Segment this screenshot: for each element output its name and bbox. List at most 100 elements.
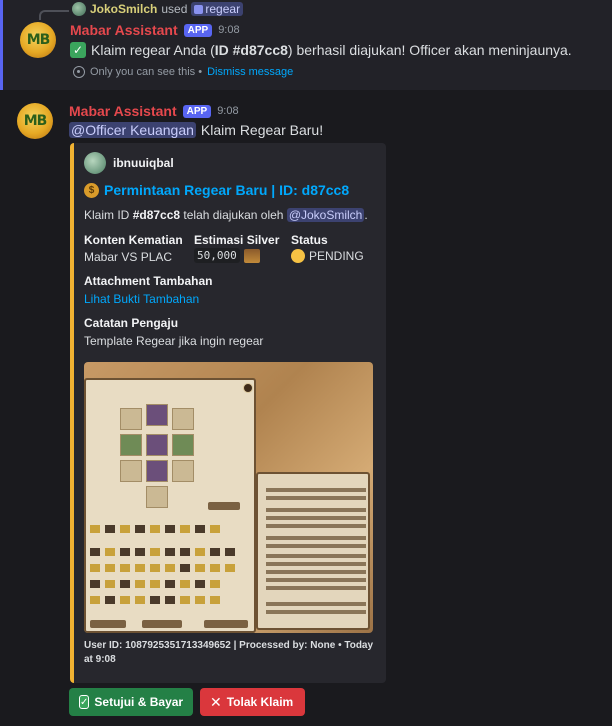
app-badge: APP <box>183 23 213 37</box>
equip-slot <box>120 460 142 482</box>
stat-line <box>266 496 366 500</box>
field-silver-value: 50,000 <box>194 248 260 263</box>
status-text: PENDING <box>309 249 364 263</box>
yellow-circle-icon <box>291 249 305 263</box>
message-content: ✓ Klaim regear Anda (ID #d87cc8) berhasi… <box>70 42 572 58</box>
reject-claim-button[interactable]: ✕ Tolak Klaim <box>200 688 305 716</box>
text-after: ) berhasil diajukan! Officer akan meninj… <box>287 42 572 58</box>
stat-line <box>266 570 366 574</box>
message-text: Klaim Regear Baru! <box>200 122 324 138</box>
reply-connector <box>39 10 69 20</box>
bot-name[interactable]: Mabar Assistant <box>70 22 178 38</box>
command-name: regear <box>205 2 241 16</box>
stat-line <box>266 516 366 520</box>
ephemeral-note-text: Only you can see this • <box>90 66 203 78</box>
eye-icon <box>73 66 85 78</box>
ephemeral-note: Only you can see this • Dismiss message <box>73 66 293 78</box>
stat-line <box>266 536 366 540</box>
embed-title-text[interactable]: Permintaan Regear Baru | ID: d87cc8 <box>104 182 349 198</box>
text-id: ID #d87cc8 <box>214 42 288 58</box>
silver-amount: 50,000 <box>194 248 240 263</box>
desc-prefix: Klaim ID <box>84 208 133 222</box>
check-mark-icon: ✓ <box>70 42 86 58</box>
embed-image[interactable] <box>84 362 373 633</box>
field-catatan-name: Catatan Pengaju <box>84 316 179 330</box>
command-chip[interactable]: regear <box>191 2 244 16</box>
field-catatan-value: Template Regear jika ingin regear <box>84 334 263 348</box>
field-konten-value: Mabar VS PLAC <box>84 250 172 264</box>
reply-user-avatar[interactable] <box>72 2 86 16</box>
stat-line <box>266 602 366 606</box>
stat-line <box>266 524 366 528</box>
field-silver-name: Estimasi Silver <box>194 233 280 247</box>
text-before: Klaim regear Anda ( <box>91 42 215 58</box>
loadout-row <box>90 564 250 572</box>
message-header-2: Mabar Assistant APP 9:08 <box>69 103 239 119</box>
stat-line <box>266 586 366 590</box>
equip-slot <box>120 434 142 456</box>
cross-mark-icon: ✕ <box>210 693 222 710</box>
loadout-row <box>90 596 250 604</box>
desc-mid: telah diajukan oleh <box>180 208 287 222</box>
check-mark-icon: ✓ <box>79 695 90 709</box>
app-badge-2: APP <box>182 104 212 118</box>
message-time: 9:08 <box>218 24 240 36</box>
author-name: ibnuuiqbal <box>113 156 174 170</box>
embed-title: $ Permintaan Regear Baru | ID: d87cc8 <box>84 182 349 198</box>
stat-line <box>266 508 366 512</box>
message-time-2: 9:08 <box>217 105 239 117</box>
loadout-row <box>90 580 250 588</box>
user-mention[interactable]: @JokoSmilch <box>286 208 365 222</box>
equip-slot <box>146 460 168 482</box>
slash-command-icon <box>194 4 204 14</box>
stat-line <box>266 562 366 566</box>
equip-slot <box>146 404 168 426</box>
stat-line <box>266 578 366 582</box>
reply-used-label: used <box>161 2 188 16</box>
field-attachment-value: Lihat Bukti Tambahan <box>84 292 199 306</box>
field-konten-name: Konten Kematian <box>84 233 183 247</box>
equipment-panel <box>84 378 256 633</box>
field-status-value: PENDING <box>291 249 364 263</box>
stat-line <box>266 554 366 558</box>
stat-line <box>266 610 366 614</box>
author-avatar <box>84 152 106 174</box>
field-status-name: Status <box>291 233 328 247</box>
save-new-button <box>142 620 182 628</box>
reply-username[interactable]: JokoSmilch <box>90 2 157 16</box>
field-attachment-name: Attachment Tambahan <box>84 274 213 288</box>
avatar-text-2: MB <box>23 113 48 129</box>
field-konten-text: Mabar VS PLAC <box>84 250 173 264</box>
equip-slot <box>172 434 194 456</box>
equip-slot <box>172 460 194 482</box>
embed-footer: User ID: 1087925351713349652 | Processed… <box>84 640 374 665</box>
approve-pay-button[interactable]: ✓ Setujui & Bayar <box>69 688 193 716</box>
bot-avatar[interactable]: MB <box>20 22 56 58</box>
bot-avatar-2[interactable]: MB <box>17 103 53 139</box>
desc-id: #d87cc8 <box>132 208 181 222</box>
reject-label: Tolak Klaim <box>226 695 294 709</box>
close-icon <box>243 383 253 393</box>
stat-line <box>266 488 366 492</box>
details-panel <box>256 472 370 630</box>
embed-description: Klaim ID #d87cc8 telah diajukan oleh @Jo… <box>84 208 368 222</box>
approve-label: Setujui & Bayar <box>94 695 184 709</box>
embed-author: ibnuuiqbal <box>84 152 174 174</box>
loadout-row <box>90 525 250 533</box>
regear-embed: ibnuuiqbal $ Permintaan Regear Baru | ID… <box>70 143 386 683</box>
message-header: Mabar Assistant APP 9:08 <box>70 22 240 38</box>
role-mention[interactable]: @Officer Keuangan <box>69 122 196 138</box>
loadout-row <box>90 548 250 556</box>
dismiss-message-link[interactable]: Dismiss message <box>207 66 293 78</box>
avatar-text: MB <box>26 32 51 48</box>
undo-button <box>90 620 126 628</box>
save-changes-button <box>204 620 248 628</box>
silver-chest-icon <box>243 248 260 263</box>
bot-name-2[interactable]: Mabar Assistant <box>69 103 177 119</box>
catatan-text: Template Regear jika ingin regear <box>84 334 264 348</box>
equip-slot <box>146 486 168 508</box>
equip-slot <box>172 408 194 430</box>
attachment-link[interactable]: Lihat Bukti Tambahan <box>84 292 199 306</box>
ephemeral-message: JokoSmilch used regear MB Mabar Assistan… <box>0 0 612 90</box>
command-reply-header: JokoSmilch used regear <box>72 1 244 17</box>
